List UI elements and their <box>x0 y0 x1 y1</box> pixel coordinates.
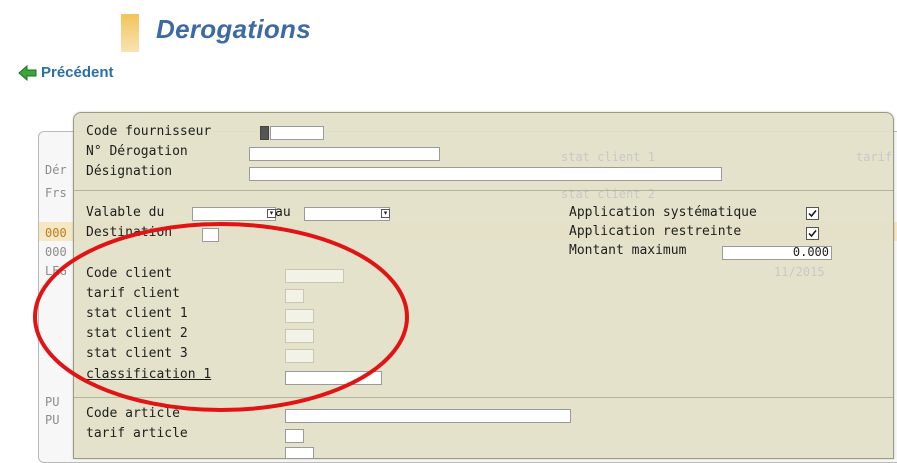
page-title: Derogations <box>156 14 311 44</box>
back-arrow-icon <box>18 64 37 81</box>
stat-client-3-label: stat client 3 <box>86 346 188 361</box>
dropdown-arrow-icon[interactable]: ▾ <box>381 209 390 218</box>
back-link-label: Précédent <box>41 64 114 81</box>
code-client-label: Code client <box>86 266 173 281</box>
au-label: au <box>275 205 291 220</box>
bg-label: PU <box>45 395 60 409</box>
bg-faded-label: 11/2015 <box>774 265 825 279</box>
derogation-dialog: stat client 1 stat client 2 tarif 11/201… <box>73 112 894 459</box>
valable-au-input[interactable] <box>304 207 390 221</box>
tarif-client-label: tarif client <box>86 286 180 301</box>
no-derogation-label: N° Dérogation <box>86 144 188 159</box>
code-fournisseur-input[interactable] <box>270 126 324 140</box>
tarif-article-label: tarif article <box>86 426 188 441</box>
back-link[interactable]: Précédent <box>18 64 114 81</box>
montant-maximum-value: 0.000 <box>792 245 829 259</box>
no-derogation-input[interactable] <box>249 147 440 161</box>
tarif-article-input[interactable] <box>285 429 304 443</box>
destination-label: Destination <box>86 225 173 240</box>
application-restreinte-label: Application restreinte <box>569 224 742 239</box>
stat-client-1-label: stat client 1 <box>86 306 188 321</box>
stat-client-2-input[interactable] <box>285 329 314 343</box>
application-restreinte-checkbox[interactable] <box>806 227 819 240</box>
bg-label: 000 <box>45 245 67 259</box>
title-accent-bar <box>121 14 139 52</box>
application-systematique-label: Application systématique <box>569 205 757 220</box>
section-separator <box>74 397 893 398</box>
valable-du-input[interactable] <box>192 207 276 221</box>
stat-client-3-input[interactable] <box>285 349 314 363</box>
code-article-label: Code article <box>86 406 180 421</box>
stat-client-1-input[interactable] <box>285 309 314 323</box>
tarif-client-input[interactable] <box>285 289 304 303</box>
bg-label: PU <box>45 413 60 427</box>
bg-label: 000 <box>45 226 67 240</box>
bg-label: LEG <box>45 264 67 278</box>
classification-1-link[interactable]: classification 1 <box>86 367 211 382</box>
checkmark-icon <box>808 210 817 218</box>
code-article-input[interactable] <box>285 409 571 423</box>
application-systematique-checkbox[interactable] <box>806 207 819 220</box>
designation-input[interactable] <box>249 167 722 181</box>
designation-label: Désignation <box>86 164 173 179</box>
section-separator <box>74 190 893 191</box>
checkmark-icon <box>808 230 817 238</box>
bg-faded-label: stat client 1 <box>561 150 655 164</box>
stat-article-input[interactable] <box>285 447 314 458</box>
code-client-input[interactable] <box>285 269 344 283</box>
destination-input[interactable] <box>202 228 219 242</box>
bg-label: Dér <box>45 163 67 177</box>
code-fournisseur-label: Code fournisseur <box>86 124 212 139</box>
montant-maximum-label: Montant maximum <box>569 243 687 258</box>
valable-du-label: Valable du <box>86 205 165 220</box>
bg-label: Frs <box>45 186 67 200</box>
bg-faded-label: tarif <box>856 150 893 164</box>
stat-client-2-label: stat client 2 <box>86 326 188 341</box>
code-fournisseur-lookup[interactable] <box>260 126 269 140</box>
classification-1-input[interactable] <box>285 371 382 385</box>
